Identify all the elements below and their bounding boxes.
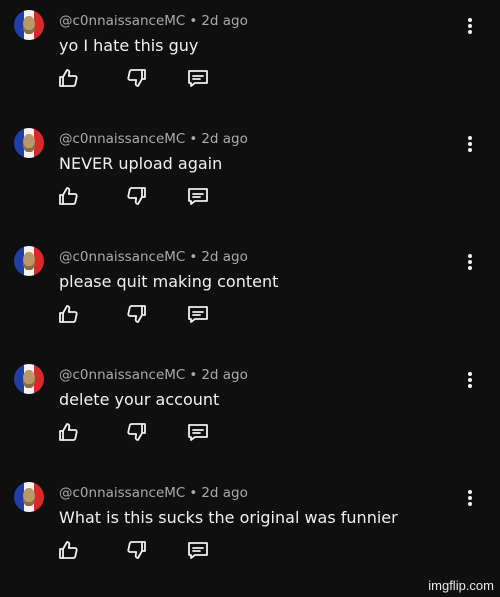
avatar[interactable] bbox=[14, 10, 44, 40]
more-vertical-icon[interactable] bbox=[462, 370, 478, 390]
comment-time: 2d ago bbox=[201, 131, 248, 147]
comment-meta: @c0nnaissanceMC • 2d ago bbox=[59, 367, 248, 383]
reply-comment-icon[interactable] bbox=[186, 420, 210, 444]
meta-separator: • bbox=[189, 131, 198, 147]
comment-meta: @c0nnaissanceMC • 2d ago bbox=[59, 249, 248, 265]
comment-author[interactable]: @c0nnaissanceMC bbox=[59, 485, 185, 501]
thumbs-up-icon[interactable] bbox=[56, 184, 80, 208]
watermark: imgflip.com bbox=[428, 578, 494, 593]
comment: @c0nnaissanceMC • 2d ago What is this suck… bbox=[0, 472, 500, 590]
thumbs-down-icon[interactable] bbox=[125, 184, 149, 208]
thumbs-down-icon[interactable] bbox=[125, 538, 149, 562]
reply-comment-icon[interactable] bbox=[186, 66, 210, 90]
comment-text: yo I hate this guy bbox=[59, 36, 199, 55]
meta-separator: • bbox=[189, 249, 198, 265]
comment-meta: @c0nnaissanceMC • 2d ago bbox=[59, 13, 248, 29]
thumbs-up-icon[interactable] bbox=[56, 538, 80, 562]
meta-separator: • bbox=[189, 367, 198, 383]
comment: @c0nnaissanceMC • 2d ago please quit makin… bbox=[0, 236, 500, 354]
avatar[interactable] bbox=[14, 246, 44, 276]
comment: @c0nnaissanceMC • 2d ago NEVER upload agai… bbox=[0, 118, 500, 236]
comment-text: please quit making content bbox=[59, 272, 279, 291]
comment-author[interactable]: @c0nnaissanceMC bbox=[59, 13, 185, 29]
reply-comment-icon[interactable] bbox=[186, 184, 210, 208]
comment-time: 2d ago bbox=[201, 367, 248, 383]
comment-time: 2d ago bbox=[201, 13, 248, 29]
reply-comment-icon[interactable] bbox=[186, 302, 210, 326]
comment: @c0nnaissanceMC • 2d ago yo I hate this gu… bbox=[0, 0, 500, 118]
comment-text: NEVER upload again bbox=[59, 154, 223, 173]
more-vertical-icon[interactable] bbox=[462, 488, 478, 508]
meta-separator: • bbox=[189, 485, 198, 501]
more-vertical-icon[interactable] bbox=[462, 16, 478, 36]
comment-time: 2d ago bbox=[201, 485, 248, 501]
thumbs-down-icon[interactable] bbox=[125, 302, 149, 326]
comment-author[interactable]: @c0nnaissanceMC bbox=[59, 249, 185, 265]
comment-meta: @c0nnaissanceMC • 2d ago bbox=[59, 485, 248, 501]
meta-separator: • bbox=[189, 13, 198, 29]
more-vertical-icon[interactable] bbox=[462, 252, 478, 272]
thumbs-up-icon[interactable] bbox=[56, 66, 80, 90]
comment: @c0nnaissanceMC • 2d ago delete your accou… bbox=[0, 354, 500, 472]
thumbs-up-icon[interactable] bbox=[56, 420, 80, 444]
avatar[interactable] bbox=[14, 364, 44, 394]
comment-time: 2d ago bbox=[201, 249, 248, 265]
avatar[interactable] bbox=[14, 482, 44, 512]
comment-meta: @c0nnaissanceMC • 2d ago bbox=[59, 131, 248, 147]
more-vertical-icon[interactable] bbox=[462, 134, 478, 154]
comment-text: delete your account bbox=[59, 390, 220, 409]
comment-author[interactable]: @c0nnaissanceMC bbox=[59, 131, 185, 147]
thumbs-up-icon[interactable] bbox=[56, 302, 80, 326]
thumbs-down-icon[interactable] bbox=[125, 66, 149, 90]
thumbs-down-icon[interactable] bbox=[125, 420, 149, 444]
reply-comment-icon[interactable] bbox=[186, 538, 210, 562]
avatar[interactable] bbox=[14, 128, 44, 158]
comment-author[interactable]: @c0nnaissanceMC bbox=[59, 367, 185, 383]
comment-text: What is this sucks the original was funn… bbox=[59, 508, 398, 527]
